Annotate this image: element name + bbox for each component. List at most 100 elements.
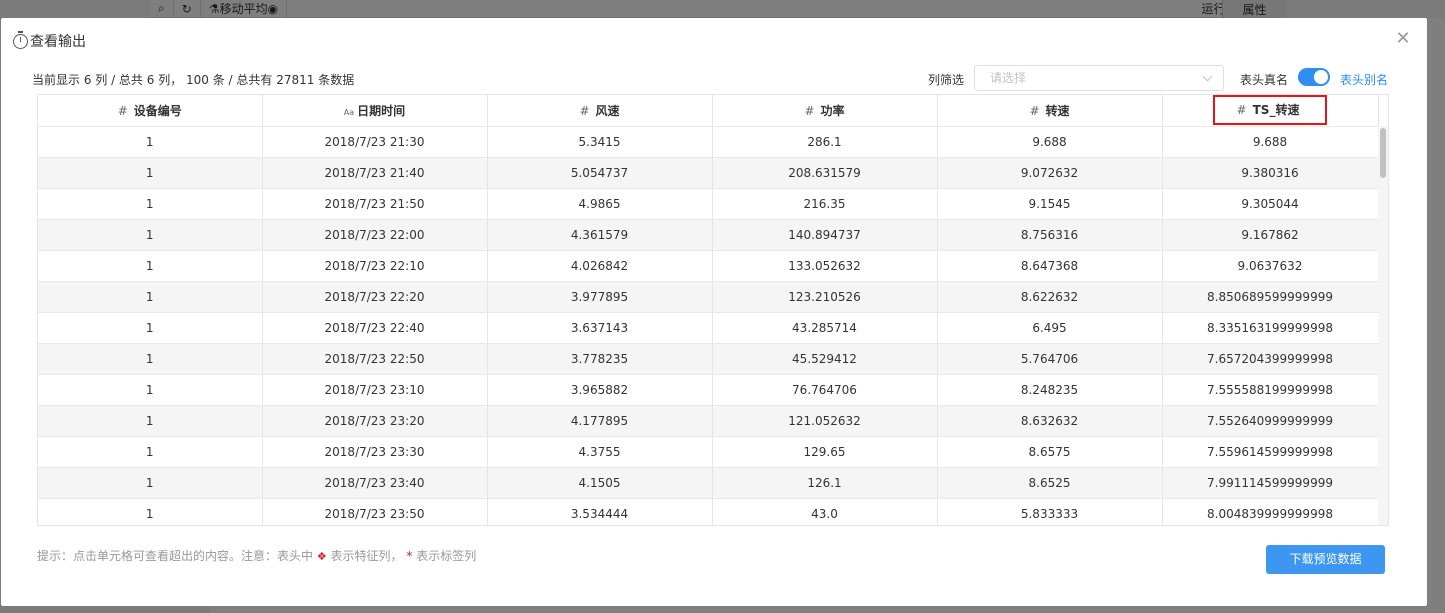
table-cell[interactable]: 8.756316	[937, 219, 1163, 251]
numeric-type-icon: #	[117, 103, 128, 118]
table-cell[interactable]: 3.977895	[487, 281, 713, 313]
table-cell[interactable]: 2018/7/23 21:50	[262, 188, 488, 220]
table-cell[interactable]: 2018/7/23 23:10	[262, 374, 488, 406]
table-cell[interactable]: 2018/7/23 22:50	[262, 343, 488, 375]
table-cell[interactable]: 5.054737	[487, 157, 713, 189]
table-cell[interactable]: 8.647368	[937, 250, 1163, 282]
table-cell[interactable]: 7.657204399999998	[1162, 343, 1379, 375]
table-cell[interactable]: 2018/7/23 23:50	[262, 498, 488, 525]
table-cell[interactable]: 9.1545	[937, 188, 1163, 220]
table-cell[interactable]: 9.380316	[1162, 157, 1379, 189]
table-cell[interactable]: 2018/7/23 23:20	[262, 405, 488, 437]
stopwatch-icon	[13, 30, 28, 49]
table-cell[interactable]: 76.764706	[712, 374, 938, 406]
header-alias-label[interactable]: 表头别名	[1340, 71, 1388, 88]
table-cell[interactable]: 4.9865	[487, 188, 713, 220]
table-cell[interactable]: 3.637143	[487, 312, 713, 344]
table-row: 1 2018/7/23 21:30 5.3415 286.1 9.688 9.688	[38, 126, 1379, 158]
table-scrollbar[interactable]	[1378, 126, 1388, 525]
table-cell[interactable]: 2018/7/23 22:10	[262, 250, 488, 282]
column-header-wind-speed[interactable]: # 风速	[487, 95, 713, 127]
table-cell[interactable]: 9.305044	[1162, 188, 1379, 220]
column-header-power[interactable]: # 功率	[712, 95, 938, 127]
table-cell[interactable]: 7.559614599999998	[1162, 436, 1379, 468]
table-cell[interactable]: 1	[38, 250, 263, 282]
table-cell[interactable]: 3.778235	[487, 343, 713, 375]
table-cell[interactable]: 7.552640999999999	[1162, 405, 1379, 437]
table-cell[interactable]: 1	[38, 281, 263, 313]
table-cell[interactable]: 140.894737	[712, 219, 938, 251]
table-cell[interactable]: 9.167862	[1162, 219, 1379, 251]
table-cell[interactable]: 4.361579	[487, 219, 713, 251]
table-cell[interactable]: 1	[38, 374, 263, 406]
column-header-ts-rotation-speed[interactable]: # TS_转速	[1162, 95, 1379, 127]
column-header-rotation-speed[interactable]: # 转速	[937, 95, 1163, 127]
table-row: 1 2018/7/23 22:10 4.026842 133.052632 8.6473…	[38, 250, 1379, 282]
table-row: 1 2018/7/23 23:20 4.177895 121.052632 8.6326…	[38, 405, 1379, 437]
table-cell[interactable]: 1	[38, 219, 263, 251]
table-cell[interactable]: 2018/7/23 21:30	[262, 126, 488, 158]
table-cell[interactable]: 2018/7/23 21:40	[262, 157, 488, 189]
table-row: 1 2018/7/23 23:10 3.965882 76.764706 8.24823…	[38, 374, 1379, 406]
table-cell[interactable]: 2018/7/23 22:20	[262, 281, 488, 313]
label-column-icon: *	[406, 549, 413, 563]
table-cell[interactable]: 2018/7/23 22:40	[262, 312, 488, 344]
table-cell[interactable]: 9.0637632	[1162, 250, 1379, 282]
close-icon[interactable]: ✕	[1393, 29, 1413, 49]
table-cell[interactable]: 4.1505	[487, 467, 713, 499]
table-cell[interactable]: 5.833333	[937, 498, 1163, 525]
table-cell[interactable]: 2018/7/23 22:00	[262, 219, 488, 251]
table-cell[interactable]: 1	[38, 343, 263, 375]
table-cell[interactable]: 8.622632	[937, 281, 1163, 313]
table-cell[interactable]: 3.534444	[487, 498, 713, 525]
table-row: 1 2018/7/23 22:40 3.637143 43.285714 6.495 8.…	[38, 312, 1379, 344]
table-cell[interactable]: 121.052632	[712, 405, 938, 437]
table-cell[interactable]: 43.0	[712, 498, 938, 525]
table-cell[interactable]: 133.052632	[712, 250, 938, 282]
table-cell[interactable]: 126.1	[712, 467, 938, 499]
column-filter-select[interactable]: 请选择	[974, 65, 1224, 91]
scrollbar-thumb[interactable]	[1380, 128, 1386, 178]
column-header-datetime[interactable]: Aa 日期时间	[262, 95, 488, 127]
table-cell[interactable]: 1	[38, 467, 263, 499]
table-cell[interactable]: 1	[38, 405, 263, 437]
table-cell[interactable]: 8.6525	[937, 467, 1163, 499]
table-cell[interactable]: 5.764706	[937, 343, 1163, 375]
table-cell[interactable]: 216.35	[712, 188, 938, 220]
table-cell[interactable]: 9.072632	[937, 157, 1163, 189]
table-cell[interactable]: 4.3755	[487, 436, 713, 468]
table-cell[interactable]: 4.026842	[487, 250, 713, 282]
table-cell[interactable]: 8.004839999999998	[1162, 498, 1379, 525]
download-preview-button[interactable]: 下载预览数据	[1266, 545, 1385, 574]
table-cell[interactable]: 129.65	[712, 436, 938, 468]
table-cell[interactable]: 8.335163199999998	[1162, 312, 1379, 344]
table-cell[interactable]: 6.495	[937, 312, 1163, 344]
table-cell[interactable]: 45.529412	[712, 343, 938, 375]
table-cell[interactable]: 2018/7/23 23:40	[262, 467, 488, 499]
table-cell[interactable]: 3.965882	[487, 374, 713, 406]
table-cell[interactable]: 2018/7/23 23:30	[262, 436, 488, 468]
table-cell[interactable]: 8.248235	[937, 374, 1163, 406]
table-cell[interactable]: 208.631579	[712, 157, 938, 189]
table-cell[interactable]: 43.285714	[712, 312, 938, 344]
table-cell[interactable]: 1	[38, 498, 263, 525]
table-cell[interactable]: 5.3415	[487, 126, 713, 158]
table-cell[interactable]: 9.688	[1162, 126, 1379, 158]
table-cell[interactable]: 7.991114599999999	[1162, 467, 1379, 499]
table-cell[interactable]: 1	[38, 188, 263, 220]
column-header-device-id[interactable]: # 设备编号	[38, 95, 263, 127]
table-cell[interactable]: 4.177895	[487, 405, 713, 437]
table-cell[interactable]: 123.210526	[712, 281, 938, 313]
table-cell[interactable]: 1	[38, 126, 263, 158]
table-cell[interactable]: 9.688	[937, 126, 1163, 158]
table-cell[interactable]: 7.555588199999998	[1162, 374, 1379, 406]
table-cell[interactable]: 8.632632	[937, 405, 1163, 437]
table-cell[interactable]: 1	[38, 436, 263, 468]
table-cell[interactable]: 8.850689599999999	[1162, 281, 1379, 313]
header-name-toggle[interactable]	[1298, 68, 1330, 86]
table-cell[interactable]: 8.6575	[937, 436, 1163, 468]
table-cell[interactable]: 1	[38, 312, 263, 344]
table-cell[interactable]: 286.1	[712, 126, 938, 158]
numeric-type-icon: #	[804, 103, 815, 118]
table-cell[interactable]: 1	[38, 157, 263, 189]
